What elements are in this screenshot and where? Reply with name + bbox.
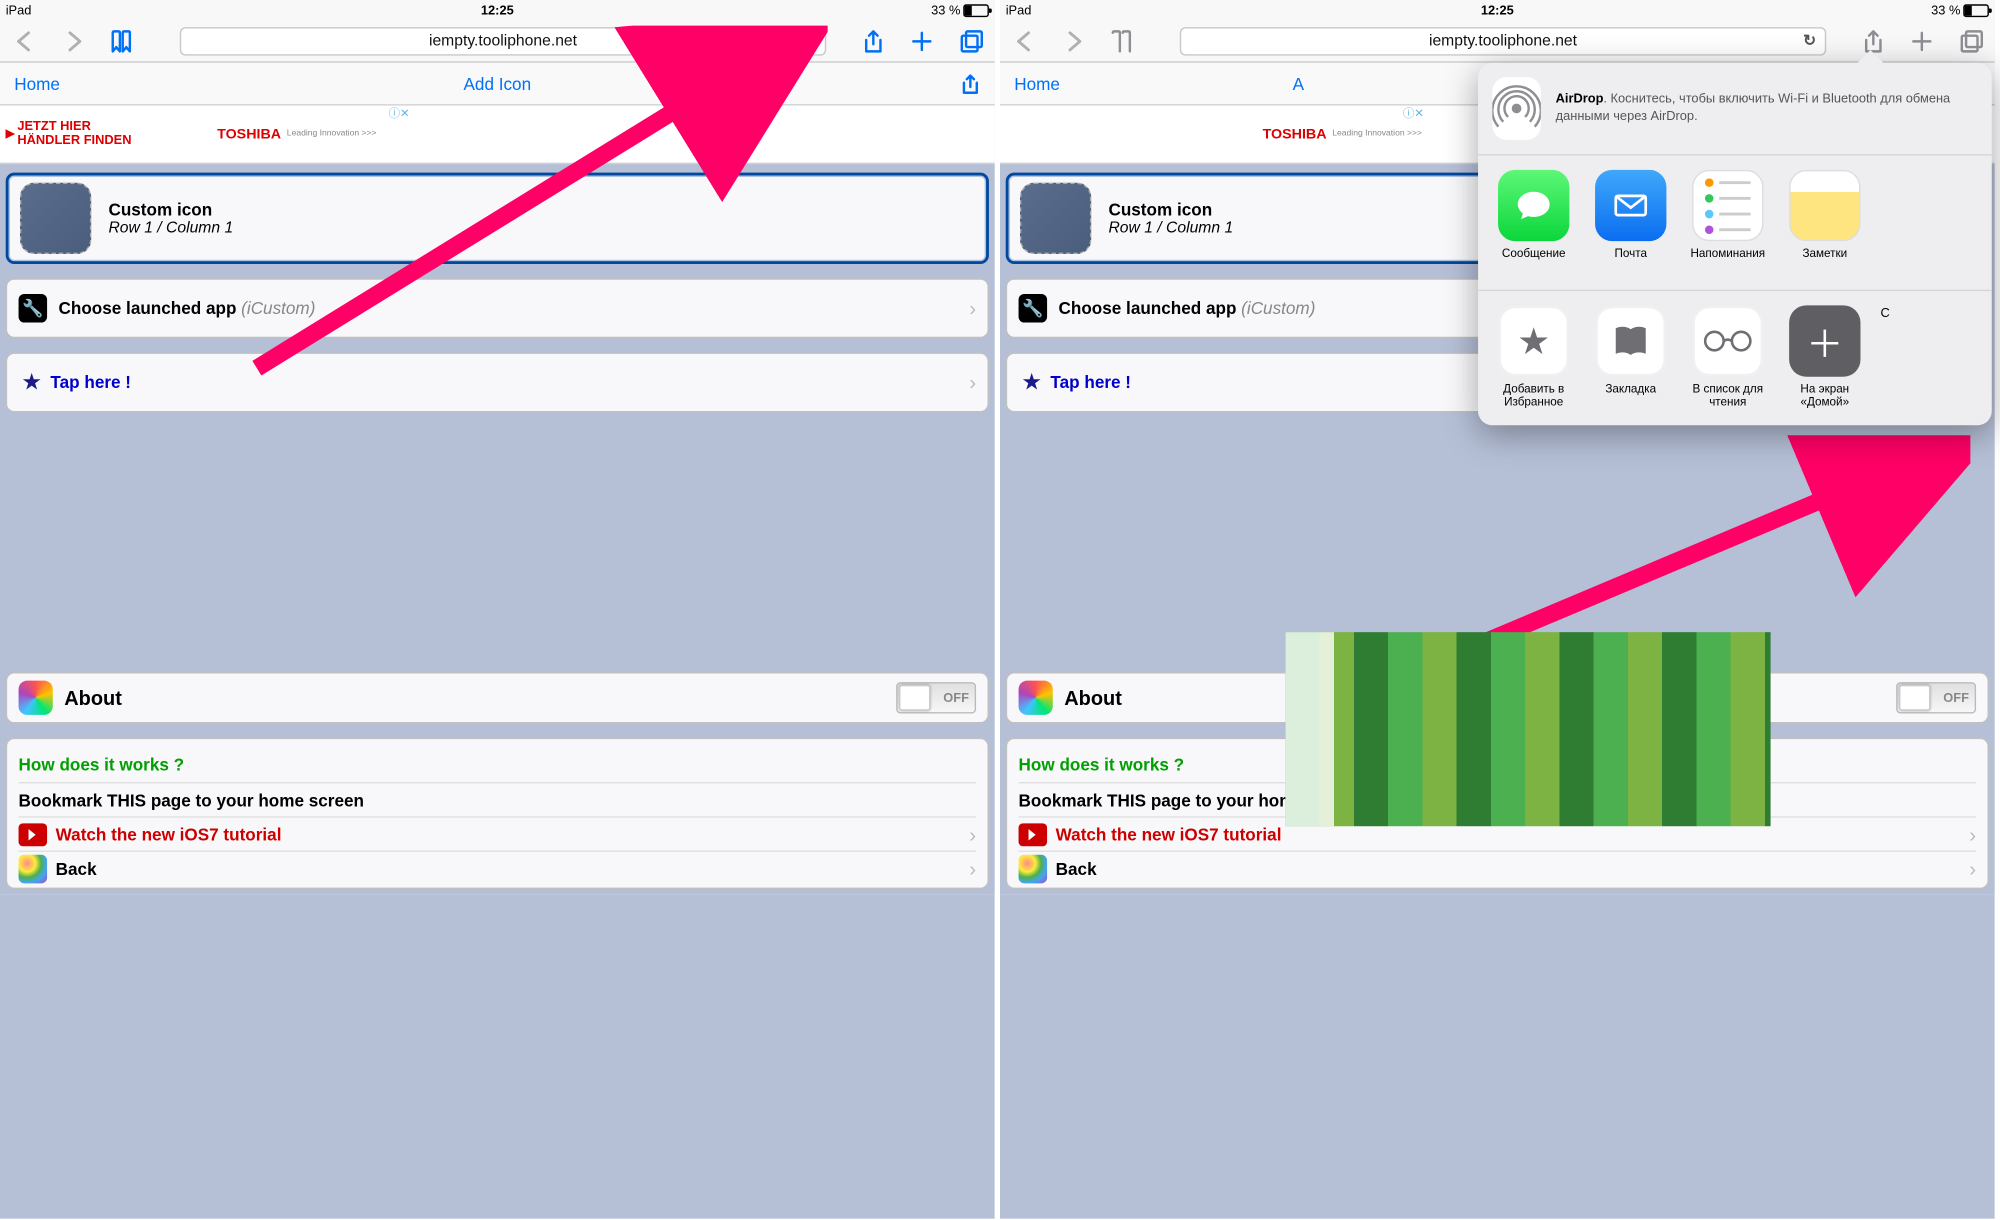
url-field[interactable]: iempty.tooliphone.net ↻ [180, 26, 826, 55]
action-item-2[interactable]: В список длячтения [1686, 305, 1769, 411]
airdrop-section[interactable]: AirDrop. Коснитесь, чтобы включить Wi-Fi… [1478, 63, 1992, 156]
chevron-right-icon: › [1969, 857, 1976, 880]
share-item-3[interactable]: Заметки [1783, 170, 1866, 276]
custom-icon-thumb [20, 183, 91, 254]
tap-here-row[interactable]: ★ Tap here ! › [6, 352, 989, 412]
chevron-right-icon: › [1969, 823, 1976, 846]
safari-toolbar: iempty.tooliphone.net ↻ [1000, 20, 1995, 63]
action-item-0[interactable]: ★Добавить вИзбранное [1492, 305, 1575, 411]
tabs-icon[interactable] [958, 28, 984, 54]
status-bar: iPad 12:25 33 % [0, 0, 995, 20]
share-item-0[interactable]: Сообщение [1492, 170, 1575, 276]
custom-icon-title: Custom icon [108, 200, 233, 220]
home-link[interactable]: Home [1014, 73, 1060, 93]
watch-tutorial-row[interactable]: Watch the new iOS7 tutorial › [19, 816, 977, 850]
custom-icon-position: Row 1 / Column 1 [108, 220, 233, 237]
wrench-icon: 🔧 [19, 294, 48, 323]
device-label: iPad [6, 3, 32, 17]
chevron-right-icon: › [969, 857, 976, 880]
new-tab-icon[interactable] [1909, 28, 1935, 54]
bookmarks-icon[interactable] [108, 28, 134, 54]
chevron-right-icon: › [969, 371, 976, 394]
wrench-icon: 🔧 [1019, 294, 1048, 323]
ipad-pane-left: iPad 12:25 33 % iempty.tooliphone.net ↻ … [0, 0, 995, 1219]
choose-app-row[interactable]: 🔧 Choose launched app (iCustom) › [6, 278, 989, 338]
action-item-3[interactable]: ＋На экран«Домой» [1783, 305, 1866, 411]
url-text: iempty.tooliphone.net [429, 32, 577, 49]
paint-icon [1019, 854, 1048, 883]
home-link[interactable]: Home [14, 73, 60, 93]
safari-toolbar: iempty.tooliphone.net ↻ [0, 20, 995, 63]
reload-icon[interactable]: ↻ [1803, 31, 1816, 50]
share-apps-section: СообщениеПочтаНапоминанияЗаметки [1478, 156, 1992, 292]
share-item-2[interactable]: Напоминания [1686, 170, 1769, 276]
color-wheel-icon [19, 681, 53, 715]
status-bar: iPad 12:25 33 % [1000, 0, 1995, 20]
pixel-preview [1285, 632, 1770, 826]
url-field[interactable]: iempty.tooliphone.net ↻ [1180, 26, 1826, 55]
youtube-icon [1019, 823, 1048, 846]
page-title-cut: A [1293, 73, 1304, 93]
page-title: Add Icon [464, 73, 532, 93]
info-block: How does it works ? Bookmark THIS page t… [6, 738, 989, 889]
airdrop-icon [1492, 77, 1541, 140]
more-actions-peek[interactable]: С [1880, 305, 1891, 319]
back-row[interactable]: Back › [19, 850, 977, 884]
page-share-icon[interactable] [960, 73, 980, 93]
new-tab-icon[interactable] [909, 28, 935, 54]
about-row[interactable]: About OFF [6, 672, 989, 723]
forward-icon[interactable] [63, 28, 89, 54]
clock: 12:25 [481, 3, 514, 17]
action-item-1[interactable]: Закладка [1589, 305, 1672, 411]
battery-label: 33 % [931, 3, 960, 17]
paint-icon [19, 854, 48, 883]
color-wheel-icon [1019, 681, 1053, 715]
tabs-icon[interactable] [1958, 28, 1984, 54]
device-label: iPad [1006, 3, 1032, 17]
youtube-icon [19, 823, 48, 846]
back-row[interactable]: Back › [1019, 850, 1977, 884]
url-text: iempty.tooliphone.net [1429, 32, 1577, 49]
page-header: Home Add Icon [0, 63, 995, 106]
share-popover: AirDrop. Коснитесь, чтобы включить Wi-Fi… [1478, 63, 1992, 425]
about-switch[interactable]: OFF [1896, 682, 1976, 713]
chevron-right-icon: › [969, 297, 976, 320]
share-item-1[interactable]: Почта [1589, 170, 1672, 276]
back-icon[interactable] [1011, 28, 1037, 54]
custom-icon-row[interactable]: Custom icon Row 1 / Column 1 [6, 173, 989, 264]
chevron-right-icon: › [969, 823, 976, 846]
clock: 12:25 [1481, 3, 1514, 17]
share-icon[interactable] [860, 28, 886, 54]
battery-label: 33 % [1931, 3, 1960, 17]
ipad-pane-right: iPad 12:25 33 % iempty.tooliphone.net ↻ … [1000, 0, 1995, 1219]
battery-icon [963, 4, 989, 17]
bookmarks-icon[interactable] [1108, 28, 1134, 54]
adchoices-icon[interactable]: ⓘ✕ [1403, 106, 1424, 122]
forward-icon[interactable] [1063, 28, 1089, 54]
battery-icon [1963, 4, 1989, 17]
adchoices-icon[interactable]: ⓘ✕ [389, 106, 410, 122]
reload-icon[interactable]: ↻ [803, 31, 816, 50]
ad-banner[interactable]: JETZT HIERHÄNDLER FINDEN TOSHIBALeading … [0, 106, 995, 165]
share-actions-section: ★Добавить вИзбранноеЗакладкаВ список для… [1478, 291, 1992, 425]
star-icon: ★ [1021, 368, 1041, 397]
about-switch[interactable]: OFF [896, 682, 976, 713]
star-icon: ★ [21, 368, 41, 397]
page-content: Home Add Icon JETZT HIERHÄNDLER FINDEN T… [0, 63, 995, 895]
custom-icon-thumb [1020, 183, 1091, 254]
back-icon[interactable] [11, 28, 37, 54]
